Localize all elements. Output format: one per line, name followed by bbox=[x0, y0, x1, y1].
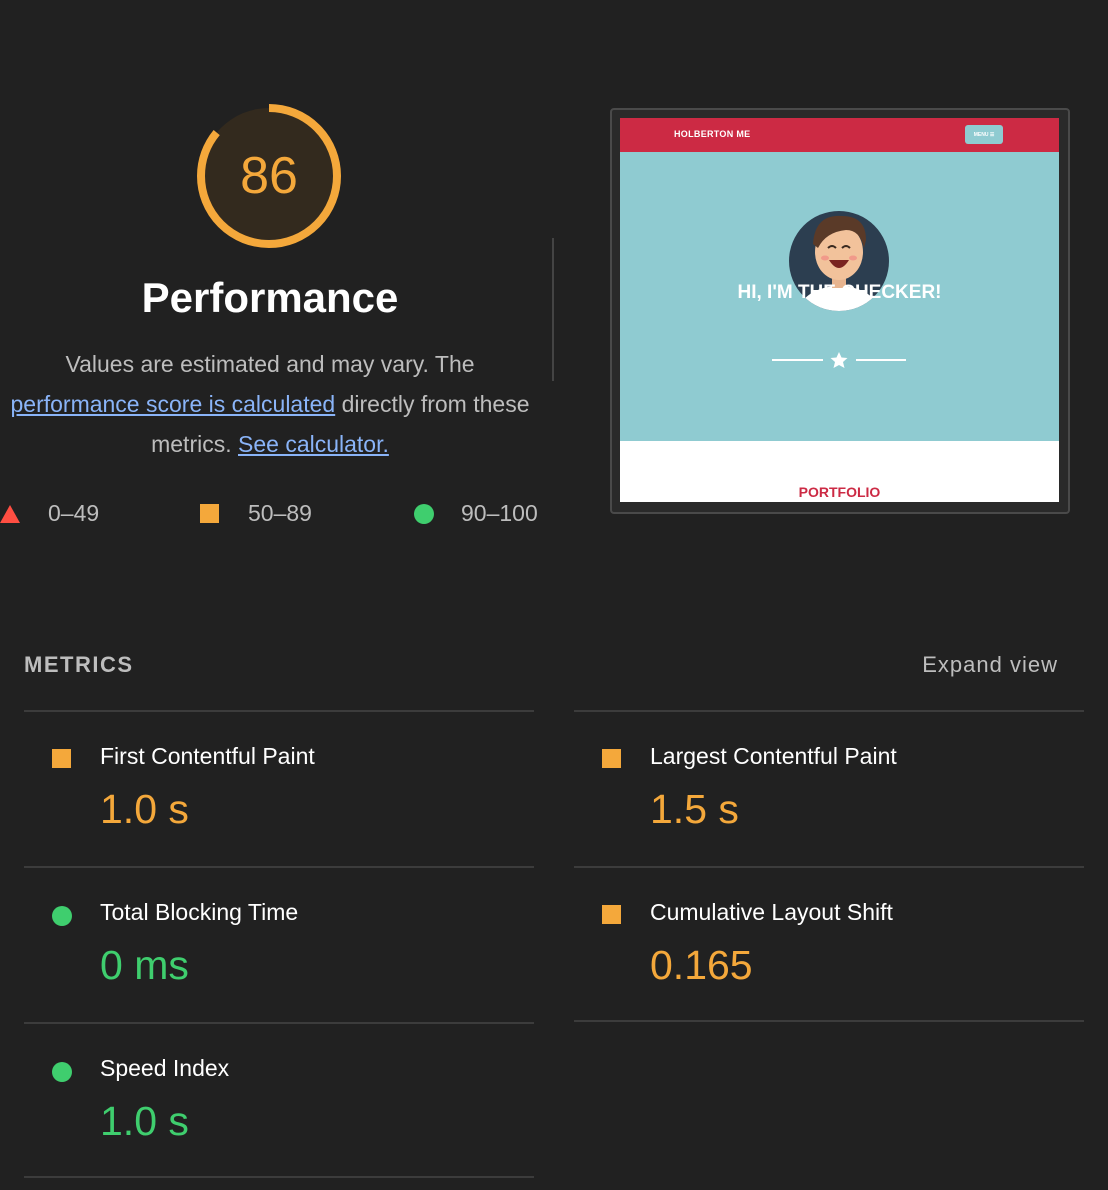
legend-fail-range: 0–49 bbox=[48, 500, 100, 526]
metric-title: Speed Index bbox=[100, 1055, 230, 1081]
description-text-1: Values are estimated and may vary. The bbox=[65, 351, 475, 377]
metric-total-blocking-time: Total Blocking Time 0 ms bbox=[24, 868, 534, 1022]
metrics-header: METRICS bbox=[24, 652, 134, 677]
thumb-menu-button: MENU ☰ bbox=[965, 125, 1003, 144]
triangle-icon bbox=[0, 504, 20, 523]
thumb-brand: HOLBERTON ME bbox=[674, 129, 751, 139]
metric-value: 0.165 bbox=[650, 942, 753, 988]
vertical-divider bbox=[552, 238, 554, 381]
legend-average-range: 50–89 bbox=[248, 500, 312, 526]
metric-value: 1.0 s bbox=[100, 786, 189, 832]
metric-title: Total Blocking Time bbox=[100, 899, 299, 925]
score-calculated-link[interactable]: performance score is calculated bbox=[10, 391, 335, 417]
score-description: Values are estimated and may vary. The p… bbox=[0, 344, 540, 464]
square-icon bbox=[200, 504, 219, 523]
circle-icon bbox=[52, 906, 72, 926]
metric-value: 0 ms bbox=[100, 942, 189, 988]
circle-icon bbox=[52, 1062, 72, 1082]
metric-cumulative-layout-shift: Cumulative Layout Shift 0.165 bbox=[574, 868, 1084, 1022]
metric-title: Largest Contentful Paint bbox=[650, 743, 897, 769]
screenshot-image: HOLBERTON ME MENU ☰ HI, I'M THE CHECKER!… bbox=[620, 118, 1059, 502]
lighthouse-report: 86 Performance Values are estimated and … bbox=[0, 0, 1108, 1190]
metric-first-contentful-paint: First Contentful Paint 1.0 s bbox=[24, 712, 534, 866]
square-icon bbox=[52, 749, 71, 768]
metric-value: 1.5 s bbox=[650, 786, 739, 832]
legend-pass-range: 90–100 bbox=[461, 500, 538, 526]
metric-title: Cumulative Layout Shift bbox=[650, 899, 893, 925]
legend-pass: 90–100 bbox=[414, 500, 538, 527]
metric-speed-index: Speed Index 1.0 s bbox=[24, 1024, 534, 1178]
metric-largest-contentful-paint: Largest Contentful Paint 1.5 s bbox=[574, 712, 1084, 866]
thumb-navbar: HOLBERTON ME MENU ☰ bbox=[620, 118, 1059, 152]
metric-title: First Contentful Paint bbox=[100, 743, 315, 769]
expand-view-toggle[interactable]: Expand view bbox=[922, 652, 1058, 678]
score-value: 86 bbox=[240, 147, 298, 205]
see-calculator-link[interactable]: See calculator. bbox=[238, 431, 389, 457]
performance-score-gauge[interactable]: 86 bbox=[192, 99, 346, 253]
thumb-hero: HI, I'M THE CHECKER! bbox=[620, 152, 1059, 441]
legend-fail: 0–49 bbox=[0, 500, 99, 527]
legend-average: 50–89 bbox=[200, 500, 312, 527]
category-title: Performance bbox=[141, 274, 399, 321]
final-screenshot[interactable]: HOLBERTON ME MENU ☰ HI, I'M THE CHECKER!… bbox=[610, 108, 1070, 514]
circle-icon bbox=[414, 503, 434, 524]
metric-value: 1.0 s bbox=[100, 1098, 189, 1144]
thumb-portfolio-heading: PORTFOLIO bbox=[798, 484, 881, 500]
score-legend: 0–49 50–89 90–100 bbox=[0, 500, 560, 530]
square-icon bbox=[602, 905, 621, 924]
thumb-headline: HI, I'M THE CHECKER! bbox=[737, 282, 942, 303]
square-icon bbox=[602, 749, 621, 768]
